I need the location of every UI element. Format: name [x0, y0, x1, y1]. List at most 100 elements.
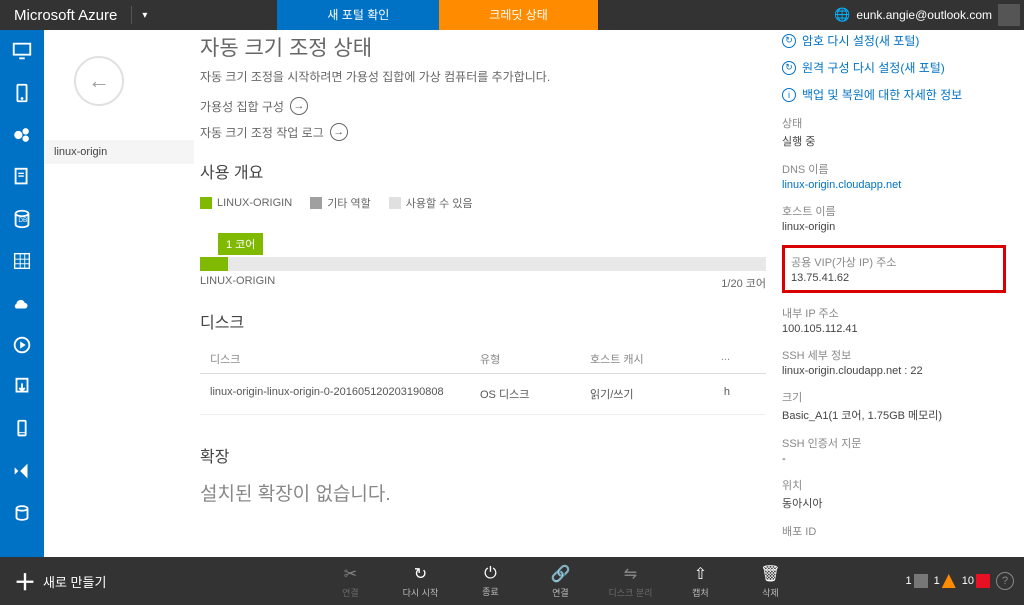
nav-vs-icon[interactable]	[0, 450, 44, 492]
prop-dns: DNS 이름linux-origin.cloudapp.net	[782, 161, 1006, 191]
bar-left-caption: LINUX-ORIGIN	[200, 275, 275, 291]
reset-remote-link[interactable]: ↻원격 구성 다시 설정(새 포털)	[782, 59, 1006, 76]
prop-location: 위치동아시아	[782, 477, 1006, 511]
vip-highlight: 공용 VIP(가상 IP) 주소13.75.41.62	[782, 245, 1006, 293]
prop-host: 호스트 이름linux-origin	[782, 203, 1006, 233]
warning-badge[interactable]: 1	[934, 574, 956, 588]
reset-password-link[interactable]: ↻암호 다시 설정(새 포털)	[782, 32, 1006, 49]
swatch-lgray	[389, 197, 401, 209]
nav-settings-icon[interactable]	[0, 114, 44, 156]
info-icon: i	[782, 88, 796, 102]
credit-status-button[interactable]: 크레딧 상태	[439, 0, 598, 30]
usage-heading: 사용 개요	[200, 159, 766, 183]
new-button[interactable]: ＋ 새로 만들기	[0, 565, 120, 597]
arrow-right-icon: →	[290, 97, 308, 115]
prop-vip: 공용 VIP(가상 IP) 주소13.75.41.62	[791, 254, 997, 284]
bar-label: 1 코어	[218, 233, 263, 255]
link-icon: 🔗	[550, 564, 570, 584]
notif-icon	[914, 574, 928, 588]
brand-label: Microsoft Azure	[0, 7, 131, 24]
restart-icon: ↻	[414, 564, 427, 584]
bottom-bar: ＋ 새로 만들기 ✂연결 ↻다시 시작 ⏻종료 🔗연결 ⇋디스크 분리 ⇧캡처 …	[0, 557, 1024, 605]
shutdown-button[interactable]: ⏻종료	[455, 564, 525, 599]
breadcrumb-area: ← linux-origin	[44, 30, 194, 164]
reset-icon: ↻	[782, 34, 796, 48]
status-tray: 1 1 10 ?	[906, 572, 1015, 590]
backup-info-link[interactable]: i백업 및 복원에 대한 자세한 정보	[782, 86, 1006, 103]
svg-text:DB: DB	[18, 217, 27, 224]
nav-hdinsight-icon[interactable]	[0, 282, 44, 324]
delete-button[interactable]: 🗑삭제	[735, 564, 805, 599]
th-type[interactable]: 유형	[480, 351, 590, 367]
progress-icon	[976, 574, 990, 588]
nav-storage-icon[interactable]	[0, 492, 44, 534]
prop-fingerprint: SSH 인증서 지문-	[782, 435, 1006, 465]
nav-monitor-icon[interactable]	[0, 30, 44, 72]
progress-badge[interactable]: 10	[962, 574, 990, 588]
prop-status: 상태실행 중	[782, 115, 1006, 149]
power-icon: ⏻	[484, 565, 497, 583]
attach-button[interactable]: 🔗연결	[525, 564, 595, 599]
disk-name: linux-origin-linux-origin-0-201605120203…	[200, 386, 480, 402]
availset-link[interactable]: 가용성 집합 구성 →	[200, 97, 766, 115]
breadcrumb-item[interactable]: linux-origin	[44, 140, 194, 164]
disk-cache: 읽기/쓰기	[590, 386, 700, 402]
plus-icon: ＋	[14, 565, 36, 597]
connect-button[interactable]: ✂연결	[315, 564, 385, 599]
nav-database-icon[interactable]: DB	[0, 198, 44, 240]
unplug-icon: ✂	[344, 564, 357, 584]
top-bar: Microsoft Azure ▾ 새 포털 확인 크레딧 상태 🌐 eunk.…	[0, 0, 1024, 30]
chevron-down-icon[interactable]: ▾	[132, 10, 157, 21]
nav-mobile-icon[interactable]	[0, 72, 44, 114]
capture-button[interactable]: ⇧캡처	[665, 564, 735, 599]
right-panel: ↻암호 다시 설정(새 포털) ↻원격 구성 다시 설정(새 포털) i백업 및…	[778, 30, 1024, 557]
disk-type: OS 디스크	[480, 386, 590, 402]
th-more[interactable]: ...	[700, 351, 730, 367]
disk-row[interactable]: linux-origin-linux-origin-0-201605120203…	[200, 374, 766, 415]
nav-document-icon[interactable]	[0, 156, 44, 198]
trash-icon: 🗑	[760, 564, 780, 584]
legend-c: 사용할 수 있음	[406, 195, 473, 211]
prop-intip: 내부 IP 주소100.105.112.41	[782, 305, 1006, 335]
bar-fill	[200, 257, 228, 271]
autoscale-desc: 자동 크기 조정을 시작하려면 가용성 집합에 가상 컴퓨터를 추가합니다.	[200, 68, 766, 85]
usage-legend: LINUX-ORIGIN 기타 역할 사용할 수 있음	[200, 195, 766, 211]
left-nav: DB	[0, 30, 44, 557]
disk-header-row: 디스크 유형 호스트 캐시 ...	[200, 345, 766, 374]
autoscalelog-label: 자동 크기 조정 작업 로그	[200, 124, 324, 141]
user-email[interactable]: eunk.angie@outlook.com	[856, 8, 998, 22]
avatar[interactable]	[998, 4, 1020, 26]
new-portal-button[interactable]: 새 포털 확인	[277, 0, 439, 30]
prop-deployid: 배포 ID	[782, 523, 1006, 539]
legend-b: 기타 역할	[327, 195, 371, 211]
disk-extra: h	[700, 386, 730, 402]
autoscale-heading: 자동 크기 조정 상태	[200, 32, 766, 62]
th-cache[interactable]: 호스트 캐시	[590, 351, 700, 367]
nav-media-icon[interactable]	[0, 324, 44, 366]
nav-grid-icon[interactable]	[0, 240, 44, 282]
disk-table: 디스크 유형 호스트 캐시 ... linux-origin-linux-ori…	[200, 345, 766, 415]
detach-button[interactable]: ⇋디스크 분리	[595, 564, 665, 599]
autoscalelog-link[interactable]: 자동 크기 조정 작업 로그 →	[200, 123, 766, 141]
availset-label: 가용성 집합 구성	[200, 98, 284, 115]
restart-button[interactable]: ↻다시 시작	[385, 564, 455, 599]
action-bar: ✂연결 ↻다시 시작 ⏻종료 🔗연결 ⇋디스크 분리 ⇧캡처 🗑삭제	[315, 564, 805, 599]
warning-icon	[942, 574, 956, 588]
ext-heading: 확장	[200, 443, 766, 467]
help-icon[interactable]: ?	[996, 572, 1014, 590]
ext-desc: 설치된 확장이 없습니다.	[200, 479, 766, 506]
notif-badge[interactable]: 1	[906, 574, 928, 588]
swatch-gray	[310, 197, 322, 209]
disk-heading: 디스크	[200, 309, 766, 333]
bar-right-caption: 1/20 코어	[721, 275, 766, 291]
bar-track	[200, 257, 766, 271]
th-disk[interactable]: 디스크	[200, 351, 480, 367]
nav-download-icon[interactable]	[0, 366, 44, 408]
main-content: 자동 크기 조정 상태 자동 크기 조정을 시작하려면 가용성 집합에 가상 컴…	[194, 30, 776, 557]
back-button[interactable]: ←	[74, 56, 124, 106]
nav-mobile2-icon[interactable]	[0, 408, 44, 450]
capture-icon: ⇧	[694, 564, 707, 584]
globe-icon: 🌐	[834, 7, 850, 23]
prop-ssh: SSH 세부 정보linux-origin.cloudapp.net : 22	[782, 347, 1006, 377]
arrow-right-icon: →	[330, 123, 348, 141]
